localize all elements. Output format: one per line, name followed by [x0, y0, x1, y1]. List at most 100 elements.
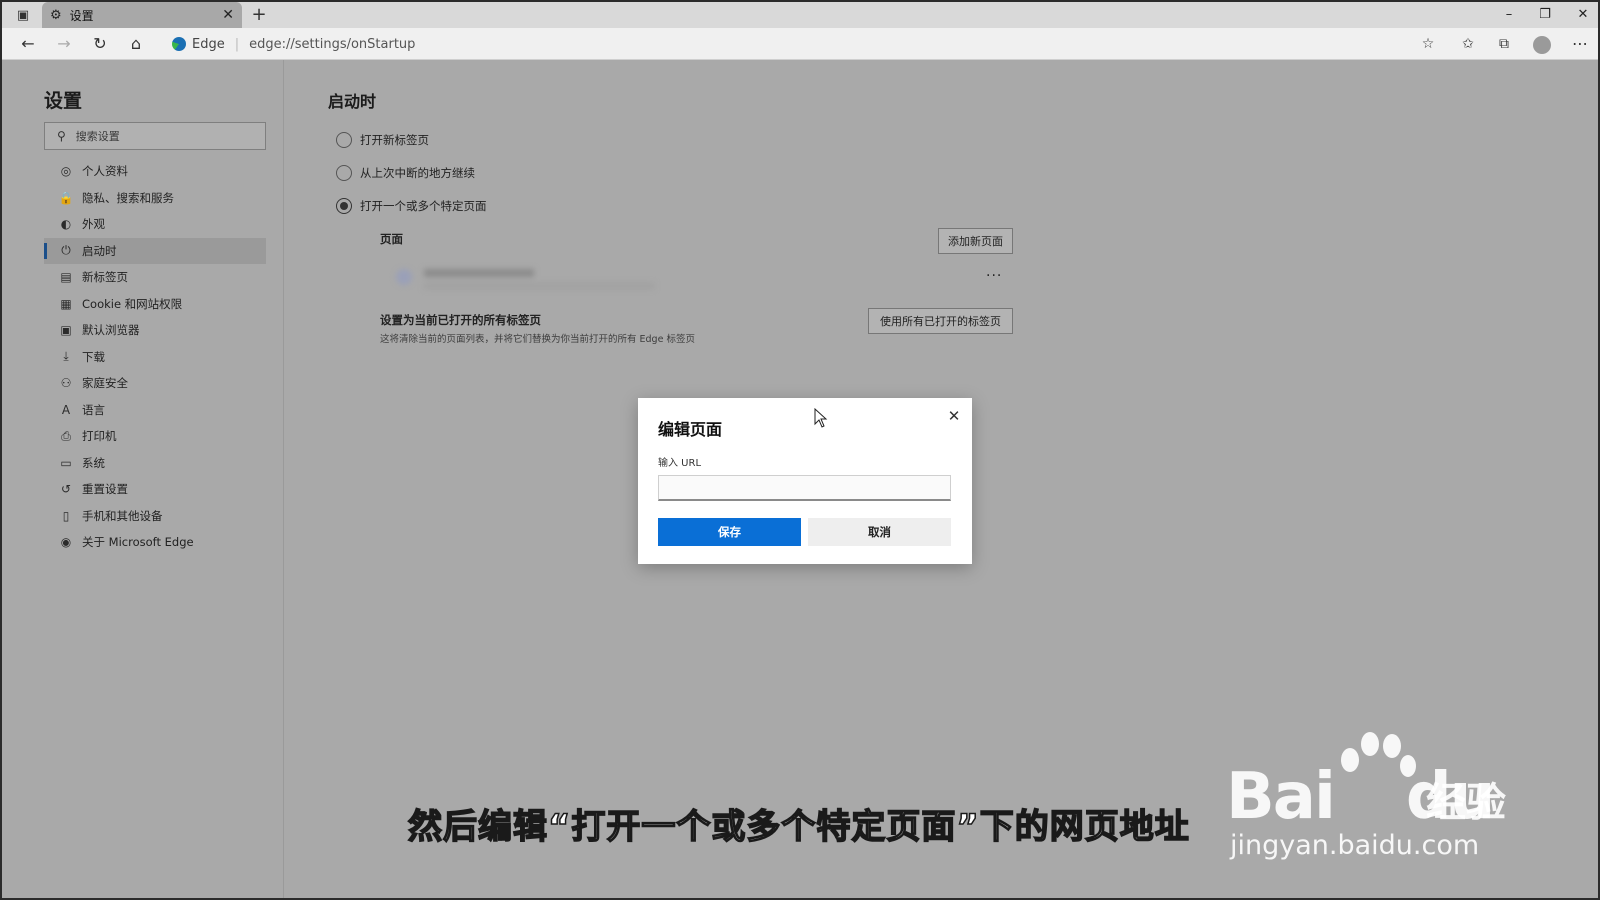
- url-text: edge://settings/onStartup: [249, 36, 416, 52]
- search-input[interactable]: [75, 129, 246, 143]
- address-separator: |: [234, 36, 240, 52]
- tab-close-icon[interactable]: ✕: [222, 7, 234, 23]
- forward-icon[interactable]: →: [52, 32, 76, 56]
- address-bar[interactable]: Edge | edge://settings/onStartup: [162, 32, 1422, 56]
- sidebar-item[interactable]: ◎ 个人资料: [44, 158, 266, 185]
- sidebar-item-label: 下载: [82, 349, 105, 364]
- edge-icon: [172, 37, 186, 51]
- sidebar-item-label: 个人资料: [82, 164, 128, 179]
- favorites-icon[interactable]: ✩: [1456, 32, 1480, 56]
- sidebar-item[interactable]: ▣ 默认浏览器: [44, 317, 266, 344]
- sidebar-item[interactable]: ↺ 重置设置: [44, 476, 266, 503]
- address-label: Edge: [192, 36, 225, 52]
- sidebar-item-label: 隐私、搜索和服务: [82, 190, 174, 205]
- option-label: 打开一个或多个特定页面: [360, 199, 487, 213]
- profile-icon: ◎: [60, 164, 72, 179]
- language-icon: A: [61, 402, 71, 417]
- appearance-icon: ◐: [60, 217, 72, 232]
- url-input[interactable]: [658, 475, 951, 501]
- radio-button[interactable]: [336, 132, 352, 148]
- sidebar-item[interactable]: ◉ 关于 Microsoft Edge: [44, 529, 266, 556]
- tab-title: 设置: [69, 8, 94, 23]
- sidebar-item[interactable]: ▯ 手机和其他设备: [44, 503, 266, 530]
- set-current-tabs-title: 设置为当前已打开的所有标签页: [380, 313, 541, 327]
- add-favorite-icon[interactable]: ☆: [1416, 32, 1440, 56]
- collections-icon[interactable]: ⧉: [1492, 32, 1516, 56]
- add-new-page-button[interactable]: 添加新页面: [938, 228, 1013, 254]
- settings-sidebar: 设置 ⚲ ◎ 个人资料 🔒 隐私、搜索和服务 ◐ 外观 ⏻ 启动时 ▤ 新标签页 ▦ Cookie 和…: [2, 60, 284, 898]
- watermark-domain: jingyan.baidu.com: [1230, 830, 1480, 861]
- sidebar-item[interactable]: ⎙ 打印机: [44, 423, 266, 450]
- sidebar-item[interactable]: ◐ 外观: [44, 211, 266, 238]
- sidebar-item[interactable]: 🔒 隐私、搜索和服务: [44, 185, 266, 212]
- option-open-new-tab[interactable]: 打开新标签页: [336, 132, 429, 148]
- page-entry-blurred: [396, 265, 656, 293]
- phone-icon: ▯: [62, 508, 70, 523]
- sidebar-item-label: 重置设置: [82, 482, 128, 497]
- sidebar-item-label: 默认浏览器: [82, 323, 140, 338]
- more-menu-icon[interactable]: ⋯: [1568, 32, 1592, 56]
- sidebar-item-label: 外观: [82, 217, 105, 232]
- search-icon: ⚲: [57, 129, 66, 143]
- sidebar-item[interactable]: ⚇ 家庭安全: [44, 370, 266, 397]
- option-open-specific-pages[interactable]: 打开一个或多个特定页面: [336, 198, 487, 214]
- tab-strip: ▣ ⚙ 设置 ✕ + – ❐ ✕: [2, 2, 1598, 28]
- baidu-paw-icon: [1341, 732, 1416, 777]
- option-continue-where-left[interactable]: 从上次中断的地方继续: [336, 165, 475, 181]
- sidebar-item[interactable]: ▤ 新标签页: [44, 264, 266, 291]
- sidebar-item[interactable]: A 语言: [44, 397, 266, 424]
- use-all-open-tabs-button[interactable]: 使用所有已打开的标签页: [868, 308, 1013, 334]
- sidebar-item-label: 系统: [82, 455, 105, 470]
- cancel-button[interactable]: 取消: [808, 518, 951, 546]
- window-close-icon[interactable]: ✕: [1568, 4, 1598, 26]
- option-label: 从上次中断的地方继续: [360, 166, 475, 180]
- pages-label: 页面: [380, 232, 403, 246]
- search-box[interactable]: ⚲: [44, 122, 266, 150]
- watermark-product: 经验: [1426, 780, 1506, 826]
- restore-icon[interactable]: ❐: [1530, 4, 1560, 26]
- sidebar-item[interactable]: ▭ 系统: [44, 450, 266, 477]
- gear-icon: ⚙: [50, 7, 62, 23]
- edit-page-dialog: 编辑页面 ✕ 输入 URL 保存 取消: [638, 398, 972, 564]
- sidebar-item-label: 启动时: [82, 243, 117, 258]
- profile-avatar-icon[interactable]: [1530, 32, 1554, 56]
- radio-button[interactable]: [336, 165, 352, 181]
- download-icon: ⤓: [63, 349, 69, 364]
- sidebar-item[interactable]: ▦ Cookie 和网站权限: [44, 291, 266, 318]
- save-button[interactable]: 保存: [658, 518, 801, 546]
- radio-button-checked[interactable]: [336, 198, 352, 214]
- page-title: 启动时: [328, 92, 377, 111]
- browser-window: ▣ ⚙ 设置 ✕ + – ❐ ✕ ← → ↻ ⌂ Edge | edge://s…: [0, 0, 1600, 900]
- lock-icon: 🔒: [58, 190, 74, 205]
- mouse-cursor-icon: [814, 408, 828, 428]
- baidu-jingyan-watermark: Bai du 经验 jingyan.baidu.com: [1226, 730, 1526, 870]
- new-tab-icon: ▤: [60, 270, 72, 285]
- family-icon: ⚇: [60, 376, 72, 391]
- url-label: 输入 URL: [658, 458, 702, 469]
- dialog-close-icon[interactable]: ✕: [944, 406, 964, 426]
- new-tab-button[interactable]: +: [248, 4, 270, 26]
- sidebar-item[interactable]: ⏻ 启动时: [44, 237, 266, 264]
- sidebar-title: 设置: [44, 90, 83, 112]
- sidebar-item-label: 打印机: [82, 429, 117, 444]
- sidebar-item-label: 家庭安全: [82, 376, 128, 391]
- tab-actions-icon[interactable]: ▣: [12, 6, 34, 24]
- home-icon[interactable]: ⌂: [124, 32, 148, 56]
- edge-logo-icon: ◉: [60, 535, 72, 550]
- page-more-options-icon[interactable]: ···: [986, 268, 1002, 284]
- back-icon[interactable]: ←: [16, 32, 40, 56]
- set-current-tabs-description: 这将清除当前的页面列表，并将它们替换为你当前打开的所有 Edge 标签页: [380, 334, 695, 345]
- default-browser-icon: ▣: [60, 323, 72, 338]
- minimize-icon[interactable]: –: [1494, 4, 1524, 26]
- video-caption: 然后编辑“打开一个或多个特定页面”下的网页地址: [407, 806, 1190, 848]
- dialog-title: 编辑页面: [658, 420, 723, 439]
- sidebar-item-label: 关于 Microsoft Edge: [82, 535, 194, 550]
- sidebar-item-label: 新标签页: [82, 270, 128, 285]
- sidebar-item-label: Cookie 和网站权限: [82, 296, 183, 311]
- system-icon: ▭: [60, 455, 72, 470]
- sidebar-item[interactable]: ⤓ 下载: [44, 344, 266, 371]
- refresh-icon[interactable]: ↻: [88, 32, 112, 56]
- sidebar-item-label: 语言: [82, 402, 105, 417]
- tab-settings[interactable]: ⚙ 设置 ✕: [42, 2, 242, 28]
- sidebar-nav: ◎ 个人资料 🔒 隐私、搜索和服务 ◐ 外观 ⏻ 启动时 ▤ 新标签页 ▦ Cookie 和网站权限 ▣…: [44, 158, 266, 556]
